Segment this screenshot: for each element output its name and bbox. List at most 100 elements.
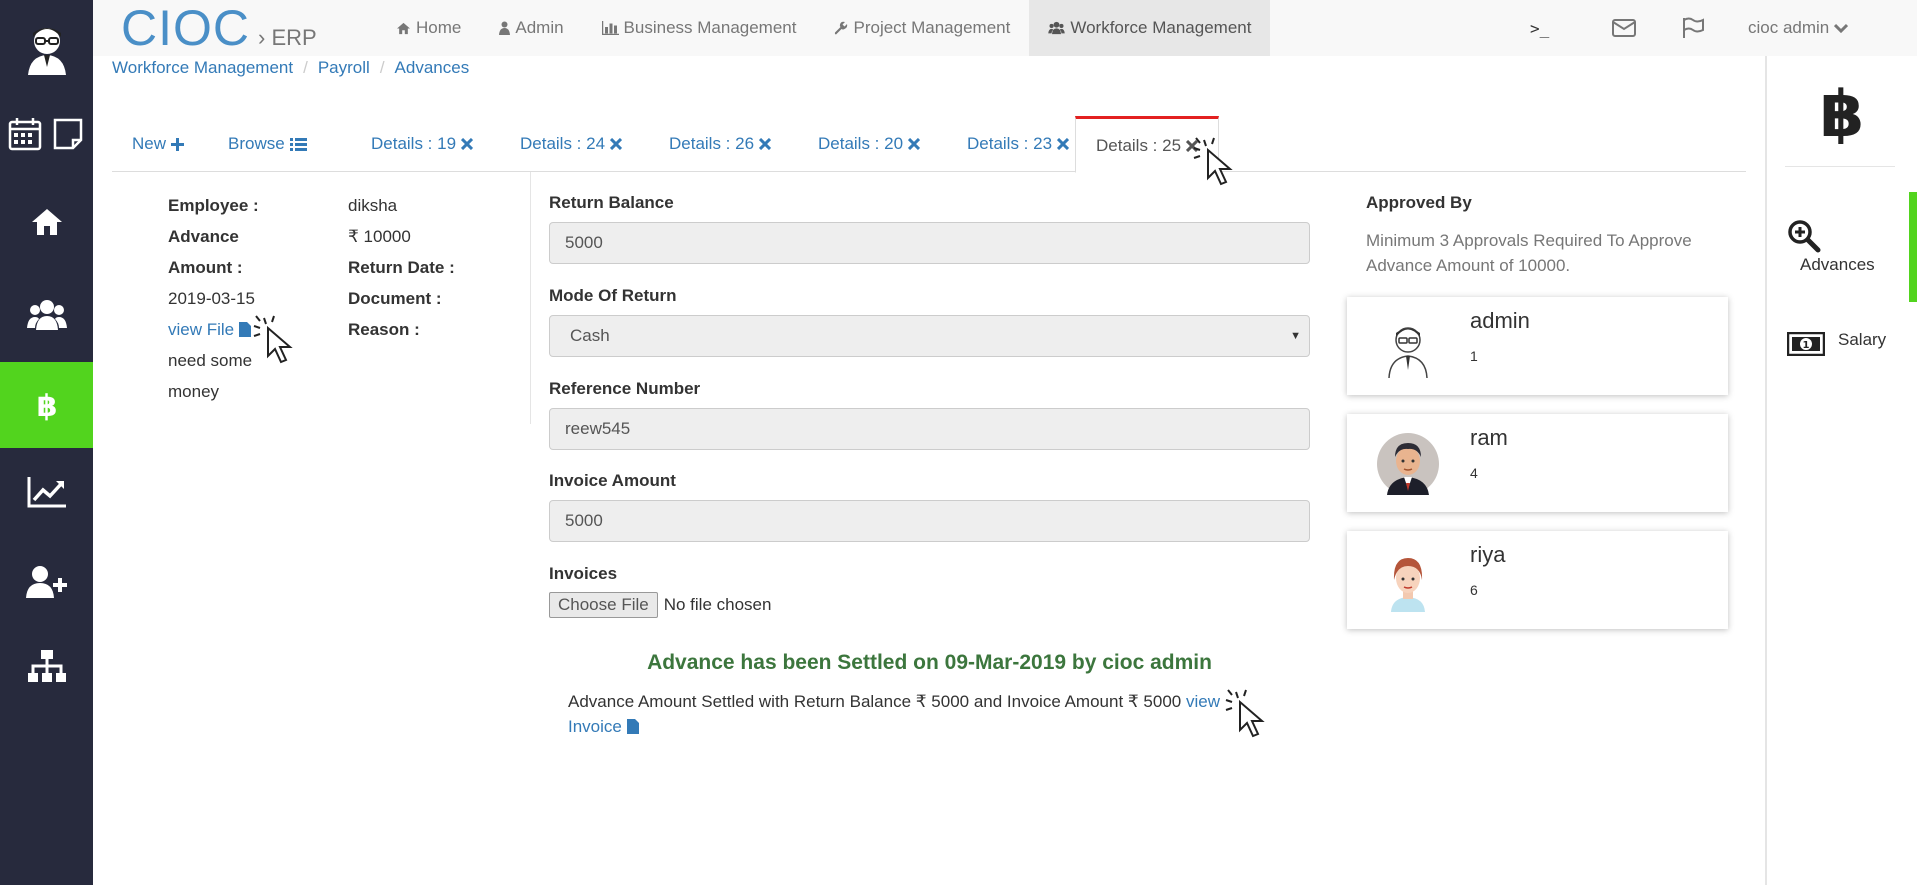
approver-card[interactable]: riya 6 <box>1347 531 1728 629</box>
chart-line-icon[interactable] <box>0 470 93 514</box>
nav-project-management-label: Project Management <box>853 18 1011 37</box>
settlement-description: Advance Amount Settled with Return Balan… <box>568 689 1268 739</box>
user-menu[interactable]: cioc admin <box>1748 0 1849 56</box>
choose-file-button[interactable]: Choose File <box>549 592 658 618</box>
tab-details-24-label: Details : 24 <box>520 134 606 153</box>
click-cursor-icon <box>253 315 293 364</box>
click-cursor-icon <box>1225 689 1265 738</box>
sitemap-icon[interactable] <box>0 644 93 688</box>
tab-details-19-label: Details : 19 <box>371 134 457 153</box>
reference-number-label: Reference Number <box>549 379 701 398</box>
note-icon[interactable] <box>48 112 88 156</box>
breadcrumb-separator: / <box>379 58 385 77</box>
user-plus-icon[interactable] <box>0 560 93 604</box>
breadcrumb-payroll[interactable]: Payroll <box>318 58 370 78</box>
invoice-amount-input[interactable]: 5000 <box>549 500 1310 542</box>
home-icon[interactable] <box>0 200 93 244</box>
tab-details-19[interactable]: Details : 19 <box>351 116 493 172</box>
view-invoice-part2: Invoice <box>568 717 622 736</box>
right-panel: ฿ Advances 1 Salary <box>1765 56 1917 885</box>
close-icon[interactable] <box>1057 138 1070 150</box>
terminal-button[interactable]: >_ <box>1530 0 1549 56</box>
advance-label: Advance <box>168 227 239 246</box>
brand-sub: › ERP <box>258 25 317 50</box>
invoice-amount-label: Invoice Amount <box>549 471 676 490</box>
users-icon[interactable] <box>0 293 93 337</box>
tab-details-25-label: Details : 25 <box>1096 135 1182 155</box>
user-menu-label: cioc admin <box>1748 18 1830 37</box>
return-balance-value: 5000 <box>565 233 603 252</box>
tab-new[interactable]: New <box>112 116 204 172</box>
reference-number-input[interactable]: reew545 <box>549 408 1310 450</box>
brand-logo[interactable]: CIOC › ERP <box>121 2 317 54</box>
breadcrumb-separator: / <box>303 58 308 77</box>
breadcrumb: Workforce Management / Payroll / Advance… <box>112 58 469 78</box>
mode-of-return-value: Cash <box>570 326 610 345</box>
reason-value-line2: money <box>168 382 220 401</box>
approver-name: riya <box>1470 542 1506 567</box>
mail-button[interactable] <box>1612 0 1636 56</box>
panel-divider <box>1785 166 1895 167</box>
approver-card[interactable]: admin 1 <box>1347 297 1728 395</box>
list-icon <box>289 137 307 151</box>
breadcrumb-advances[interactable]: Advances <box>395 58 470 78</box>
search-plus-icon <box>1788 220 1821 253</box>
tab-details-24[interactable]: Details : 24 <box>500 116 642 172</box>
return-balance-input[interactable]: 5000 <box>549 222 1310 264</box>
panel-item-advances-label: Advances <box>1800 255 1875 274</box>
tab-details-26-label: Details : 26 <box>669 134 755 153</box>
document-label: Document : <box>348 289 442 308</box>
approver-count: 6 <box>1470 582 1478 598</box>
nav-admin[interactable]: Admin <box>480 0 582 56</box>
panel-item-advances[interactable]: Advances <box>1787 219 1907 279</box>
calendar-icon[interactable] <box>0 112 50 156</box>
active-indicator <box>1909 192 1917 302</box>
avatar <box>1377 433 1439 495</box>
flag-button[interactable] <box>1682 0 1704 56</box>
breadcrumb-workforce-management[interactable]: Workforce Management <box>112 58 293 78</box>
approver-card[interactable]: ram 4 <box>1347 414 1728 512</box>
employee-label: Employee : <box>168 196 259 215</box>
tab-details-23[interactable]: Details : 23 <box>947 116 1089 172</box>
nav-project-management[interactable]: Project Management <box>815 0 1029 56</box>
close-icon[interactable] <box>461 138 474 150</box>
users-icon <box>1048 21 1066 35</box>
reason-value-line1: need some <box>168 351 253 370</box>
tab-browse[interactable]: Browse <box>208 116 327 172</box>
view-invoice-part1: view <box>1185 692 1220 711</box>
return-balance-label: Return Balance <box>549 193 674 212</box>
nav-home[interactable]: Home <box>377 0 480 56</box>
tab-details-26[interactable]: Details : 26 <box>649 116 791 172</box>
svg-text:1: 1 <box>1803 340 1810 351</box>
column-divider <box>530 172 531 424</box>
tab-browse-label: Browse <box>228 134 285 153</box>
nav-business-management[interactable]: Business Management <box>583 0 816 56</box>
bitcoin-icon: ฿ <box>1820 78 1865 144</box>
bitcoin-icon[interactable]: ฿ <box>0 362 93 448</box>
close-icon[interactable] <box>908 138 921 150</box>
invoices-file-input: Choose File No file chosen <box>549 592 771 618</box>
brand-name: CIOC <box>121 0 250 56</box>
nav-workforce-management[interactable]: Workforce Management <box>1029 0 1271 56</box>
tab-details-20-label: Details : 20 <box>818 134 904 153</box>
settlement-title: Advance has been Settled on 09-Mar-2019 … <box>647 651 1212 674</box>
nav-home-label: Home <box>416 18 462 37</box>
approver-name: admin <box>1470 308 1530 333</box>
settlement-text: Advance Amount Settled with Return Balan… <box>568 692 1182 711</box>
wrench-icon <box>835 21 848 35</box>
tab-new-label: New <box>132 134 167 153</box>
tab-details-20[interactable]: Details : 20 <box>798 116 940 172</box>
flag-icon <box>1683 17 1704 38</box>
nav-workforce-management-label: Workforce Management <box>1070 18 1252 37</box>
close-icon[interactable] <box>610 138 623 150</box>
view-file-link[interactable]: view File <box>168 320 251 340</box>
invoices-label: Invoices <box>549 564 618 583</box>
tab-details-23-label: Details : 23 <box>967 134 1053 153</box>
close-icon[interactable] <box>759 138 772 150</box>
panel-item-salary[interactable]: 1 Salary <box>1787 328 1907 360</box>
panel-item-salary-label: Salary <box>1838 330 1887 349</box>
mode-of-return-select[interactable]: Cash ▼ <box>549 315 1310 357</box>
mode-of-return-label: Mode Of Return <box>549 286 677 305</box>
avatar[interactable] <box>0 18 93 80</box>
return-date-value: 2019-03-15 <box>168 289 255 308</box>
